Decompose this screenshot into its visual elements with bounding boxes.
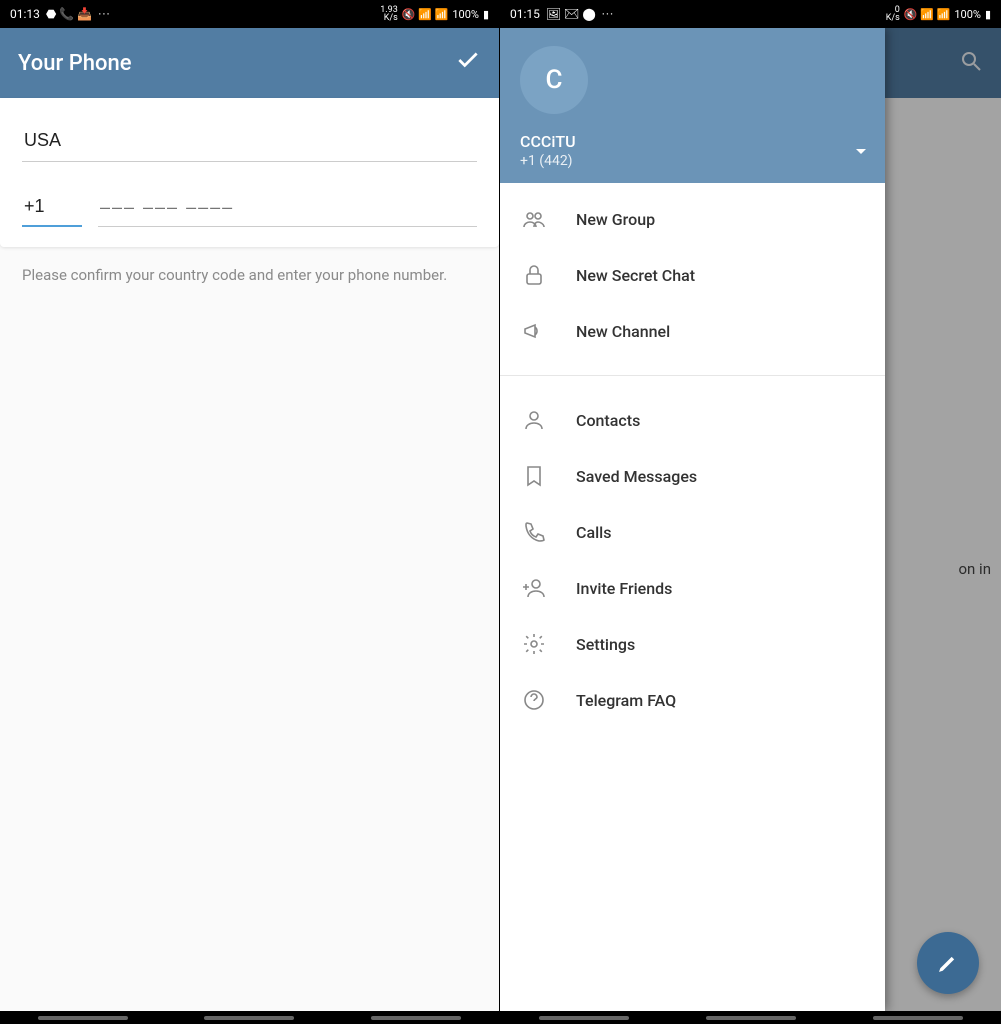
invite-icon bbox=[522, 576, 546, 600]
status-battery: 100% bbox=[452, 8, 479, 21]
chevron-down-icon bbox=[855, 146, 867, 158]
page-title: Your Phone bbox=[18, 51, 131, 76]
menu-calls[interactable]: Calls bbox=[500, 504, 885, 560]
menu-label: Saved Messages bbox=[576, 467, 697, 486]
status-more-icon: ··· bbox=[98, 7, 110, 21]
nav-back[interactable] bbox=[371, 1016, 461, 1020]
status-network-icons: 🔇 📶 📶 bbox=[904, 8, 951, 21]
menu-label: New Group bbox=[576, 210, 655, 229]
gear-icon bbox=[522, 632, 546, 656]
country-code-input[interactable] bbox=[22, 188, 82, 227]
status-speed: 1.93 K/s bbox=[380, 6, 398, 22]
menu-contacts[interactable]: Contacts bbox=[500, 392, 885, 448]
battery-icon: ▮ bbox=[483, 8, 489, 21]
expand-accounts-button[interactable] bbox=[855, 146, 867, 161]
user-name: CCCiTU bbox=[520, 132, 865, 151]
status-speed: 0 K/s bbox=[886, 6, 900, 22]
nav-recent[interactable] bbox=[539, 1016, 629, 1020]
menu-label: New Channel bbox=[576, 322, 670, 341]
drawer-header[interactable]: C CCCiTU +1 (442) bbox=[500, 28, 885, 183]
menu-saved-messages[interactable]: Saved Messages bbox=[500, 448, 885, 504]
menu-label: Invite Friends bbox=[576, 579, 672, 598]
menu-invite-friends[interactable]: Invite Friends bbox=[500, 560, 885, 616]
status-icons-left: 🖼 ✉ ⬤ bbox=[546, 7, 596, 21]
battery-icon: ▮ bbox=[985, 8, 991, 21]
menu-new-group[interactable]: New Group bbox=[500, 191, 885, 247]
group-icon bbox=[522, 207, 546, 231]
status-battery: 100% bbox=[954, 8, 981, 21]
nav-home[interactable] bbox=[204, 1016, 294, 1020]
phone-number-input[interactable] bbox=[98, 189, 477, 227]
help-icon bbox=[522, 688, 546, 712]
menu-label: Telegram FAQ bbox=[576, 691, 676, 710]
phone-setup-screen: 01:13 ⬣ 📞 📥 ··· 1.93 K/s 🔇 📶 📶 100% ▮ Yo… bbox=[0, 0, 500, 1024]
navigation-drawer: C CCCiTU +1 (442) New Group New Secret Ch… bbox=[500, 28, 885, 1011]
nav-home[interactable] bbox=[706, 1016, 796, 1020]
confirm-button[interactable] bbox=[455, 47, 481, 80]
megaphone-icon bbox=[522, 319, 546, 343]
android-navbar bbox=[0, 1011, 499, 1024]
menu-label: Calls bbox=[576, 523, 611, 542]
drawer-menu-secondary: Contacts Saved Messages Calls Invite Friend… bbox=[500, 384, 885, 736]
status-icons-left: ⬣ 📞 📥 bbox=[46, 7, 92, 21]
drawer-screen: 01:15 🖼 ✉ ⬤ ··· 0 K/s 🔇 📶 📶 100% ▮ on in… bbox=[500, 0, 1001, 1024]
status-time: 01:15 bbox=[510, 7, 540, 21]
compose-fab[interactable] bbox=[917, 932, 979, 994]
app-header: Your Phone bbox=[0, 28, 499, 98]
person-icon bbox=[522, 408, 546, 432]
phone-icon bbox=[522, 520, 546, 544]
status-more-icon: ··· bbox=[602, 7, 614, 21]
status-bar: 01:15 🖼 ✉ ⬤ ··· 0 K/s 🔇 📶 📶 100% ▮ bbox=[500, 0, 1001, 28]
menu-label: Settings bbox=[576, 635, 635, 654]
android-navbar bbox=[500, 1011, 1001, 1024]
nav-recent[interactable] bbox=[38, 1016, 128, 1020]
menu-faq[interactable]: Telegram FAQ bbox=[500, 672, 885, 728]
menu-label: New Secret Chat bbox=[576, 266, 695, 285]
country-input[interactable] bbox=[22, 120, 477, 162]
bookmark-icon bbox=[522, 464, 546, 488]
menu-label: Contacts bbox=[576, 411, 640, 430]
avatar-initial: C bbox=[546, 65, 563, 95]
user-phone: +1 (442) bbox=[520, 153, 865, 169]
pencil-icon bbox=[937, 952, 959, 974]
phone-form bbox=[0, 98, 499, 247]
status-time: 01:13 bbox=[10, 7, 40, 21]
lock-icon bbox=[522, 263, 546, 287]
menu-new-secret-chat[interactable]: New Secret Chat bbox=[500, 247, 885, 303]
menu-settings[interactable]: Settings bbox=[500, 616, 885, 672]
menu-new-channel[interactable]: New Channel bbox=[500, 303, 885, 359]
nav-back[interactable] bbox=[873, 1016, 963, 1020]
avatar: C bbox=[520, 46, 588, 114]
menu-divider bbox=[500, 375, 885, 376]
check-icon bbox=[455, 47, 481, 73]
drawer-menu-primary: New Group New Secret Chat New Channel bbox=[500, 183, 885, 367]
status-bar: 01:13 ⬣ 📞 📥 ··· 1.93 K/s 🔇 📶 📶 100% ▮ bbox=[0, 0, 499, 28]
help-text: Please confirm your country code and ent… bbox=[0, 247, 499, 286]
status-network-icons: 🔇 📶 📶 bbox=[402, 8, 449, 21]
